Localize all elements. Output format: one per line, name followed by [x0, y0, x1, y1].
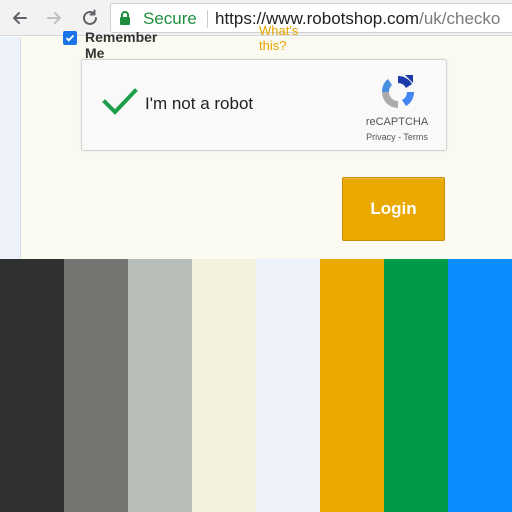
whats-this-link[interactable]: What's this? [259, 23, 298, 53]
palette-swatch-2 [64, 259, 128, 512]
url-text: https://www.robotshop.com/uk/checko [215, 9, 500, 29]
palette-swatch-6 [320, 259, 384, 512]
recaptcha-brand: reCAPTCHA [365, 116, 429, 128]
url-main: https://www.robotshop.com [215, 9, 420, 28]
palette-swatch-8 [448, 259, 512, 512]
recaptcha-links[interactable]: Privacy - Terms [352, 132, 442, 142]
recaptcha-label: I'm not a robot [145, 94, 254, 113]
remember-me-label: Remember Me [85, 29, 158, 61]
palette-swatch-3 [128, 259, 192, 512]
address-bar[interactable]: Secure https://www.robotshop.com/uk/chec… [110, 3, 512, 33]
security-label: Secure [143, 9, 197, 28]
palette-swatch-1 [0, 259, 64, 512]
forward-arrow-icon [47, 12, 61, 24]
login-button[interactable]: Login [342, 177, 445, 241]
forward-button[interactable] [42, 6, 66, 30]
back-arrow-icon [13, 12, 27, 24]
url-path: /uk/checko [419, 9, 501, 28]
reload-button[interactable] [78, 6, 102, 30]
page-background: Remember Me What's this? I'm not a robot… [0, 23, 512, 259]
back-button[interactable] [8, 6, 32, 30]
browser-toolbar: Secure https://www.robotshop.com/uk/chec… [0, 0, 512, 36]
palette-swatch-7 [384, 259, 448, 512]
palette-swatch-5 [256, 259, 320, 512]
lock-icon [120, 11, 130, 25]
remember-me-checkbox[interactable] [63, 31, 77, 45]
reload-icon [83, 9, 97, 25]
color-palette [0, 259, 512, 512]
login-form-panel: Remember Me What's this? I'm not a robot… [20, 23, 512, 259]
palette-swatch-4 [192, 259, 256, 512]
address-divider [207, 10, 208, 28]
recaptcha-widget: I'm not a robot reCAPTCHA Privacy - Term… [81, 59, 447, 151]
recaptcha-logo-icon [381, 75, 415, 108]
checkmark-icon[interactable] [102, 88, 138, 116]
checkbox-check-icon [65, 34, 75, 42]
